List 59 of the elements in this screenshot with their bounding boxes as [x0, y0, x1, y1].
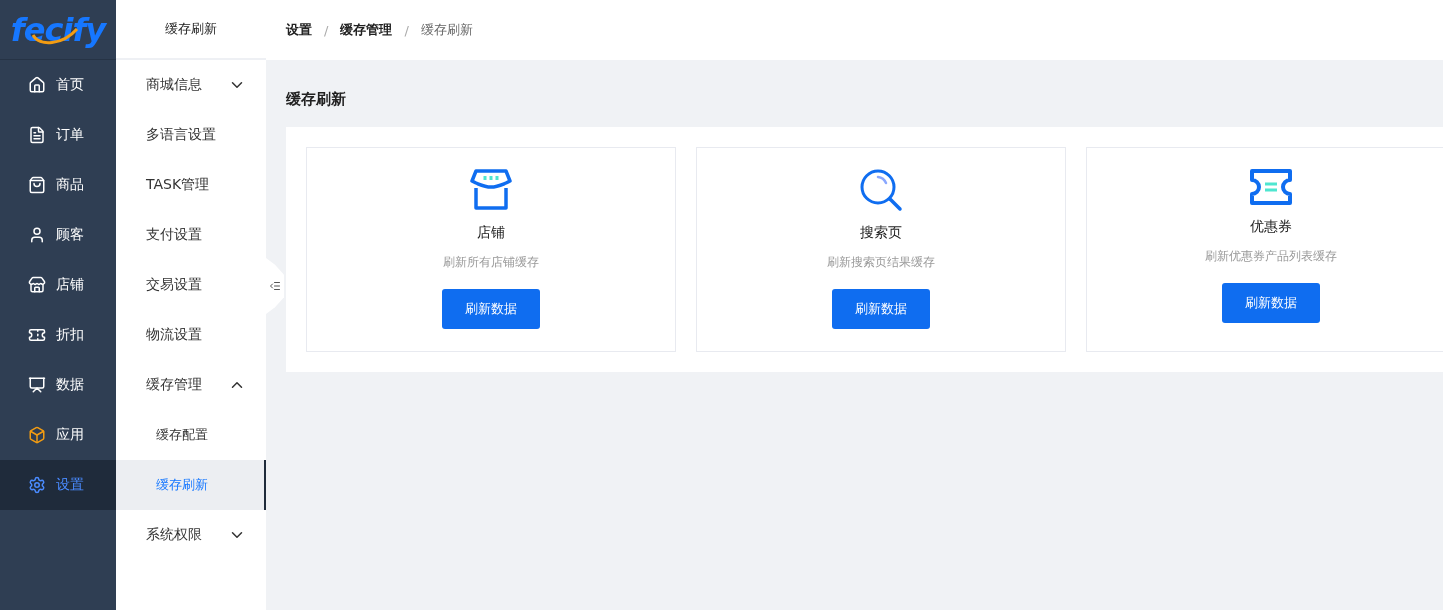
nav-item[interactable]: 折扣: [0, 310, 116, 360]
store-icon: [470, 168, 512, 212]
nav-label: 店铺: [56, 276, 84, 294]
card-description: 刷新搜索页结果缓存: [827, 254, 935, 271]
card-description: 刷新所有店铺缓存: [443, 254, 539, 271]
submenu-group[interactable]: 缓存管理: [116, 360, 266, 410]
document-icon: [28, 126, 46, 144]
breadcrumb-separator: /: [324, 22, 329, 38]
user-icon: [28, 226, 46, 244]
submenu-item[interactable]: 多语言设置: [116, 110, 266, 160]
nav-item[interactable]: 商品: [0, 160, 116, 210]
box-icon: [28, 426, 46, 444]
submenu-item[interactable]: 缓存配置: [116, 410, 266, 460]
submenu-group-label: 商城信息: [146, 76, 202, 94]
settings-icon: [28, 476, 46, 494]
nav-item[interactable]: 首页: [0, 60, 116, 110]
breadcrumb-link[interactable]: 设置: [286, 21, 312, 39]
ticket-icon: [28, 326, 46, 344]
breadcrumb-separator: /: [404, 22, 409, 38]
refresh-button[interactable]: 刷新数据: [1222, 283, 1320, 323]
ticket-icon: [1249, 168, 1293, 206]
nav-label: 订单: [56, 126, 84, 144]
nav-label: 应用: [56, 426, 84, 444]
page-title: 缓存刷新: [285, 89, 347, 110]
card-title: 搜索页: [860, 224, 902, 242]
card-title: 优惠券: [1250, 218, 1292, 236]
card-title: 店铺: [477, 224, 505, 242]
submenu-item[interactable]: 缓存刷新: [116, 460, 266, 510]
home-icon: [28, 76, 46, 94]
store-icon: [28, 276, 46, 294]
submenu-item[interactable]: TASK管理: [116, 160, 266, 210]
nav-item[interactable]: 订单: [0, 110, 116, 160]
nav-label: 折扣: [56, 326, 84, 344]
submenu-group[interactable]: 商城信息: [116, 60, 266, 110]
nav-label: 首页: [56, 76, 84, 94]
refresh-button[interactable]: 刷新数据: [832, 289, 930, 329]
bag-icon: [28, 176, 46, 194]
monitor-icon: [28, 376, 46, 394]
logo: fecify: [9, 10, 108, 49]
search-icon: [859, 168, 903, 212]
nav-label: 顾客: [56, 226, 84, 244]
nav-item[interactable]: 店铺: [0, 260, 116, 310]
nav-item[interactable]: 顾客: [0, 210, 116, 260]
nav-label: 商品: [56, 176, 84, 194]
submenu-group-label: 系统权限: [146, 526, 202, 544]
submenu-item[interactable]: 交易设置: [116, 260, 266, 310]
nav-item[interactable]: 应用: [0, 410, 116, 460]
card-description: 刷新优惠券产品列表缓存: [1205, 248, 1337, 265]
nav-label: 数据: [56, 376, 84, 394]
submenu-group[interactable]: 系统权限: [116, 510, 266, 560]
submenu-group-label: 缓存管理: [146, 376, 202, 394]
nav-label: 设置: [56, 476, 84, 494]
nav-item[interactable]: 数据: [0, 360, 116, 410]
breadcrumb-link[interactable]: 缓存管理: [340, 21, 393, 39]
refresh-button[interactable]: 刷新数据: [442, 289, 540, 329]
collapse-icon: [269, 280, 281, 292]
submenu-item[interactable]: 物流设置: [116, 310, 266, 360]
nav-item[interactable]: 设置: [0, 460, 116, 510]
submenu-item[interactable]: 支付设置: [116, 210, 266, 260]
